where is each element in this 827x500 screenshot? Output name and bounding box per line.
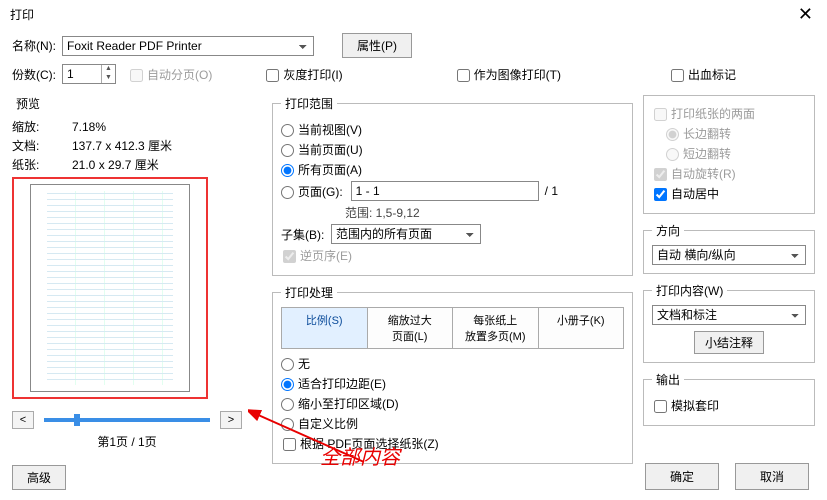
choose-paper-checkbox[interactable] — [283, 438, 296, 451]
current-view-label: 当前视图(V) — [298, 123, 362, 137]
tab-scale[interactable]: 比例(S) — [282, 308, 368, 348]
prev-page-button[interactable]: < — [12, 411, 34, 429]
pages-total: / 1 — [545, 184, 558, 198]
pages-radio[interactable] — [281, 186, 294, 199]
as-image-label: 作为图像打印(T) — [474, 68, 561, 82]
reverse-checkbox — [283, 250, 296, 263]
copies-label: 份数(C): — [12, 66, 62, 83]
preview-frame — [12, 177, 208, 399]
doc-label: 文档: — [12, 137, 56, 154]
name-label: 名称(N): — [12, 37, 62, 54]
copies-input[interactable] — [63, 65, 101, 83]
copies-spinner[interactable]: ▲▼ — [62, 64, 116, 84]
printer-select[interactable]: Foxit Reader PDF Printer — [62, 36, 314, 56]
all-pages-radio[interactable] — [281, 164, 294, 177]
collate-label: 自动分页(O) — [147, 68, 212, 82]
grayscale-checkbox[interactable] — [266, 69, 279, 82]
long-edge-label: 长边翻转 — [683, 127, 731, 141]
current-page-radio[interactable] — [281, 144, 294, 157]
window-title: 打印 — [10, 6, 34, 23]
shrink-radio[interactable] — [281, 398, 294, 411]
collate-checkbox — [130, 69, 143, 82]
auto-rotate-label: 自动旋转(R) — [671, 167, 736, 181]
both-sides-checkbox — [654, 108, 667, 121]
ok-button[interactable]: 确定 — [645, 463, 719, 490]
pages-label: 页面(G): — [298, 185, 343, 199]
reverse-label: 逆页序(E) — [300, 249, 352, 263]
subset-select[interactable]: 范围内的所有页面 — [331, 224, 481, 244]
none-label: 无 — [298, 357, 310, 371]
tab-multi[interactable]: 每张纸上 放置多页(M) — [453, 308, 539, 348]
short-edge-radio — [666, 148, 679, 161]
annotation-text: 全部内容 — [320, 441, 400, 470]
none-radio[interactable] — [281, 358, 294, 371]
simulate-checkbox[interactable] — [654, 400, 667, 413]
short-edge-label: 短边翻转 — [683, 147, 731, 161]
handle-legend: 打印处理 — [281, 284, 337, 301]
preview-legend: 预览 — [12, 95, 44, 112]
spinner-down-icon[interactable]: ▼ — [102, 74, 115, 83]
grayscale-label: 灰度打印(I) — [283, 68, 342, 82]
auto-rotate-checkbox — [654, 168, 667, 181]
range-hint: 范围: 1,5-9,12 — [345, 204, 624, 221]
auto-center-label: 自动居中 — [671, 187, 719, 201]
orient-legend: 方向 — [652, 222, 684, 239]
range-legend: 打印范围 — [281, 95, 337, 112]
custom-radio[interactable] — [281, 418, 294, 431]
spinner-up-icon[interactable]: ▲ — [102, 65, 115, 74]
shrink-label: 缩小至打印区域(D) — [298, 397, 399, 411]
paper-value: 21.0 x 29.7 厘米 — [72, 156, 159, 173]
current-view-radio[interactable] — [281, 124, 294, 137]
subset-label: 子集(B): — [281, 226, 331, 243]
fit-radio[interactable] — [281, 378, 294, 391]
page-indicator: 第1页 / 1页 — [12, 433, 242, 450]
as-image-checkbox[interactable] — [457, 69, 470, 82]
advanced-button[interactable]: 高级 — [12, 465, 66, 490]
custom-label: 自定义比例 — [298, 417, 358, 431]
pages-input[interactable] — [351, 181, 539, 201]
content-legend: 打印内容(W) — [652, 282, 727, 299]
bleed-label: 出血标记 — [688, 68, 736, 82]
tab-booklet[interactable]: 小册子(K) — [539, 308, 624, 348]
fit-label: 适合打印边距(E) — [298, 377, 386, 391]
page-slider[interactable] — [44, 418, 210, 422]
paper-label: 纸张: — [12, 156, 56, 173]
simulate-label: 模拟套印 — [671, 399, 719, 413]
doc-value: 137.7 x 412.3 厘米 — [72, 137, 172, 154]
next-page-button[interactable]: > — [220, 411, 242, 429]
content-select[interactable]: 文档和标注 — [652, 305, 806, 325]
output-legend: 输出 — [652, 371, 684, 388]
tab-tile[interactable]: 缩放过大 页面(L) — [368, 308, 454, 348]
preview-page — [30, 184, 190, 392]
current-page-label: 当前页面(U) — [298, 143, 363, 157]
long-edge-radio — [666, 128, 679, 141]
cancel-button[interactable]: 取消 — [735, 463, 809, 490]
bleed-checkbox[interactable] — [671, 69, 684, 82]
properties-button[interactable]: 属性(P) — [342, 33, 412, 58]
orientation-select[interactable]: 自动 横向/纵向 — [652, 245, 806, 265]
summary-button[interactable]: 小结注释 — [694, 331, 764, 354]
close-icon[interactable]: ✕ — [794, 4, 817, 25]
all-pages-label: 所有页面(A) — [298, 163, 362, 177]
auto-center-checkbox[interactable] — [654, 188, 667, 201]
zoom-value: 7.18% — [72, 120, 106, 134]
zoom-label: 缩放: — [12, 118, 56, 135]
both-sides-label: 打印纸张的两面 — [671, 107, 755, 121]
